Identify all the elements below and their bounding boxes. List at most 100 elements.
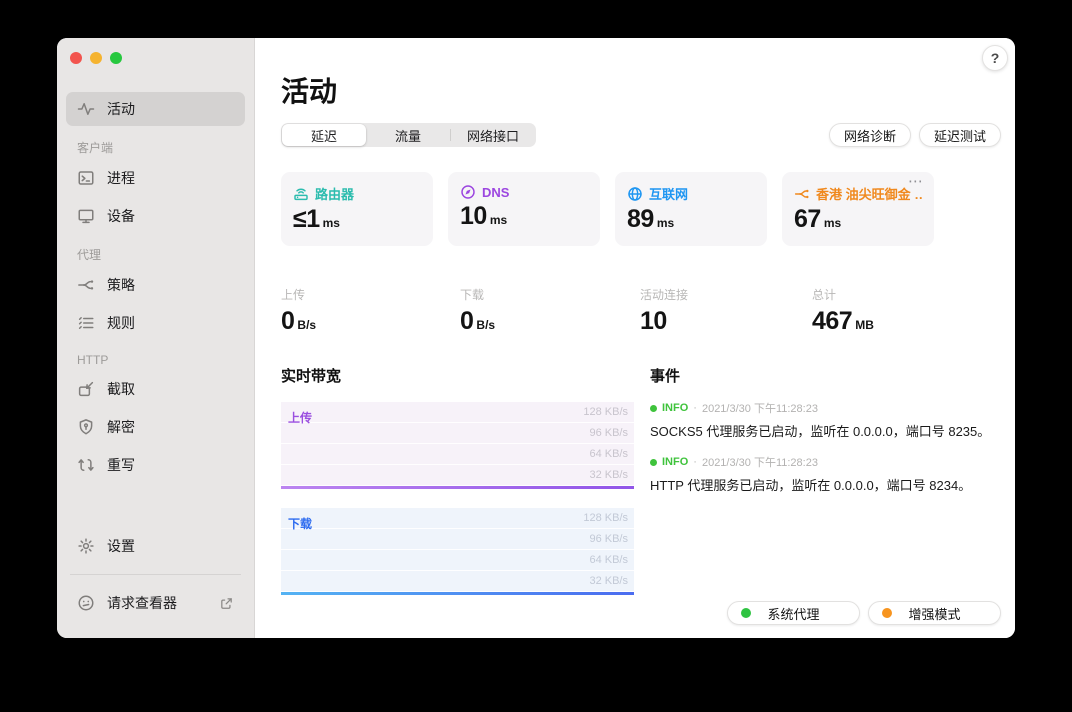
card-value: ≤1 ms [293, 205, 340, 233]
upload-bandwidth-chart: 上传 128 KB/s 96 KB/s 64 KB/s 32 KB/s [281, 402, 634, 489]
sidebar-item-label: 截取 [107, 381, 135, 397]
event-level-dot [650, 458, 657, 466]
sidebar-item-rules[interactable]: 规则 [66, 306, 245, 340]
chart-label-upload: 上传 [288, 411, 313, 425]
stat-active-connections: 活动连接 10 [640, 288, 689, 335]
activity-icon [77, 100, 95, 118]
y-tick: 32 KB/s [589, 469, 628, 481]
event-meta: INFO · 2021/3/30 下午11:28:23 [650, 454, 1001, 470]
system-proxy-toggle[interactable]: 系统代理 [727, 601, 860, 625]
sidebar-item-label: 解密 [107, 419, 135, 435]
status-label: 系统代理 [767, 606, 820, 622]
sidebar-item-rewrite[interactable]: 重写 [66, 448, 245, 482]
latency-card-dns: DNS 10 ms [448, 172, 600, 246]
stats-row: 上传 0 B/s 下载 0 B/s 活动连接 10 总计 467 MB [281, 286, 1001, 336]
event-level: INFO [662, 402, 689, 414]
card-header: 香港 油尖旺御金 … [794, 184, 922, 203]
stat-total: 总计 467 MB [812, 288, 874, 335]
sidebar-item-capture[interactable]: 截取 [66, 372, 245, 406]
latency-cards: 路由器 ≤1 ms DNS 10 ms 互联网 89 ms ⋯ 香港 油尖旺御金… [281, 172, 1001, 246]
card-more-button[interactable]: ⋯ [908, 172, 924, 190]
y-tick: 64 KB/s [589, 554, 628, 566]
card-label: 路由器 [315, 187, 355, 202]
card-header: DNS [460, 184, 588, 200]
bandwidth-title: 实时带宽 [281, 368, 342, 385]
y-tick: 128 KB/s [583, 512, 628, 524]
sidebar-item-request-viewer[interactable]: 请求查看器 [66, 586, 245, 620]
sidebar-item-label: 设置 [107, 538, 135, 554]
event-level: INFO [662, 456, 689, 468]
header-actions: 网络诊断 延迟测试 [828, 123, 1001, 147]
card-header: 路由器 [293, 184, 421, 203]
event-meta-separator: · [693, 402, 697, 414]
card-header: 互联网 [627, 184, 755, 203]
enhanced-mode-toggle[interactable]: 增强模式 [868, 601, 1001, 625]
help-button[interactable]: ? [982, 45, 1008, 71]
sidebar-item-devices[interactable]: 设备 [66, 199, 245, 233]
status-dot [741, 608, 751, 618]
shield-key-icon [77, 418, 95, 436]
event-meta-separator: · [693, 456, 697, 468]
sidebar-divider [70, 574, 241, 575]
network-diagnostics-button[interactable]: 网络诊断 [828, 123, 911, 147]
card-label: DNS [482, 184, 510, 200]
monitor-icon [77, 207, 95, 225]
card-label: 互联网 [649, 187, 689, 202]
y-tick: 32 KB/s [589, 575, 628, 587]
event-item: INFO · 2021/3/30 下午11:28:23 SOCKS5 代理服务已… [650, 400, 1001, 440]
sidebar-item-policies[interactable]: 策略 [66, 268, 245, 302]
bandwidth-section: 实时带宽 上传 128 KB/s 96 KB/s 64 KB/s 32 KB/s… [281, 365, 634, 595]
event-level-dot [650, 404, 657, 412]
sidebar-item-settings[interactable]: 设置 [66, 529, 245, 563]
download-bandwidth-chart: 下载 128 KB/s 96 KB/s 64 KB/s 32 KB/s [281, 508, 634, 595]
status-buttons: 系统代理 增强模式 [727, 601, 1001, 625]
stat-download: 下载 0 B/s [460, 288, 496, 335]
card-value: 89 ms [627, 205, 675, 233]
sidebar-item-mitm[interactable]: 解密 [66, 410, 245, 444]
event-time: 2021/3/30 下午11:28:23 [701, 403, 818, 415]
window-controls [66, 52, 245, 64]
gear-icon [77, 537, 95, 555]
external-link-icon [219, 596, 234, 611]
event-message: SOCKS5 代理服务已启动，监听在 0.0.0.0，端口号 8235。 [650, 424, 991, 439]
sidebar-item-label: 请求查看器 [107, 595, 177, 611]
upload-series-line [281, 486, 634, 489]
y-tick: 96 KB/s [589, 427, 628, 439]
router-icon [293, 186, 309, 202]
policy-icon [794, 186, 810, 202]
latency-card-router: 路由器 ≤1 ms [281, 172, 433, 246]
terminal-icon [77, 169, 95, 187]
event-item: INFO · 2021/3/30 下午11:28:23 HTTP 代理服务已启动… [650, 454, 1001, 494]
stat-upload: 上传 0 B/s [281, 288, 317, 335]
sidebar-item-processes[interactable]: 进程 [66, 161, 245, 195]
latency-card-proxy-policy: ⋯ 香港 油尖旺御金 … 67 ms [782, 172, 934, 246]
zoom-button[interactable] [110, 52, 122, 64]
activity-tabs: 延迟 流量 网络接口 [281, 123, 536, 147]
sidebar-item-activity[interactable]: 活动 [66, 92, 245, 126]
tab-traffic[interactable]: 流量 [366, 124, 450, 146]
card-value: 10 ms [460, 202, 508, 230]
globe-icon [627, 186, 643, 202]
latency-card-internet: 互联网 89 ms [615, 172, 767, 246]
minimize-button[interactable] [90, 52, 102, 64]
y-tick: 128 KB/s [583, 406, 628, 418]
rules-icon [77, 314, 95, 332]
tab-interfaces[interactable]: 网络接口 [451, 124, 535, 146]
sidebar-nav: 活动 客户端 进程 设备 代理 策略 规则 HTTP 截取 解密 重写 设置 请… [66, 90, 245, 622]
controls-row: 延迟 流量 网络接口 网络诊断 延迟测试 [281, 123, 1001, 147]
lower-columns: 实时带宽 上传 128 KB/s 96 KB/s 64 KB/s 32 KB/s… [281, 365, 1001, 595]
sidebar-item-label: 策略 [107, 277, 135, 293]
events-section: 事件 INFO · 2021/3/30 下午11:28:23 SOCKS5 代理… [650, 365, 1001, 595]
sidebar-section-http: HTTP [77, 353, 109, 367]
event-time: 2021/3/30 下午11:28:23 [701, 457, 818, 469]
chart-label-download: 下载 [288, 517, 313, 531]
status-label: 增强模式 [908, 606, 961, 622]
app-window: 活动 客户端 进程 设备 代理 策略 规则 HTTP 截取 解密 重写 设置 请… [57, 38, 1015, 638]
download-series-line [281, 592, 634, 595]
tab-latency[interactable]: 延迟 [282, 124, 366, 146]
compass-icon [460, 184, 476, 200]
event-message: HTTP 代理服务已启动，监听在 0.0.0.0，端口号 8234。 [650, 478, 972, 493]
latency-test-button[interactable]: 延迟测试 [918, 123, 1001, 147]
sidebar: 活动 客户端 进程 设备 代理 策略 规则 HTTP 截取 解密 重写 设置 请… [57, 38, 255, 638]
close-button[interactable] [70, 52, 82, 64]
